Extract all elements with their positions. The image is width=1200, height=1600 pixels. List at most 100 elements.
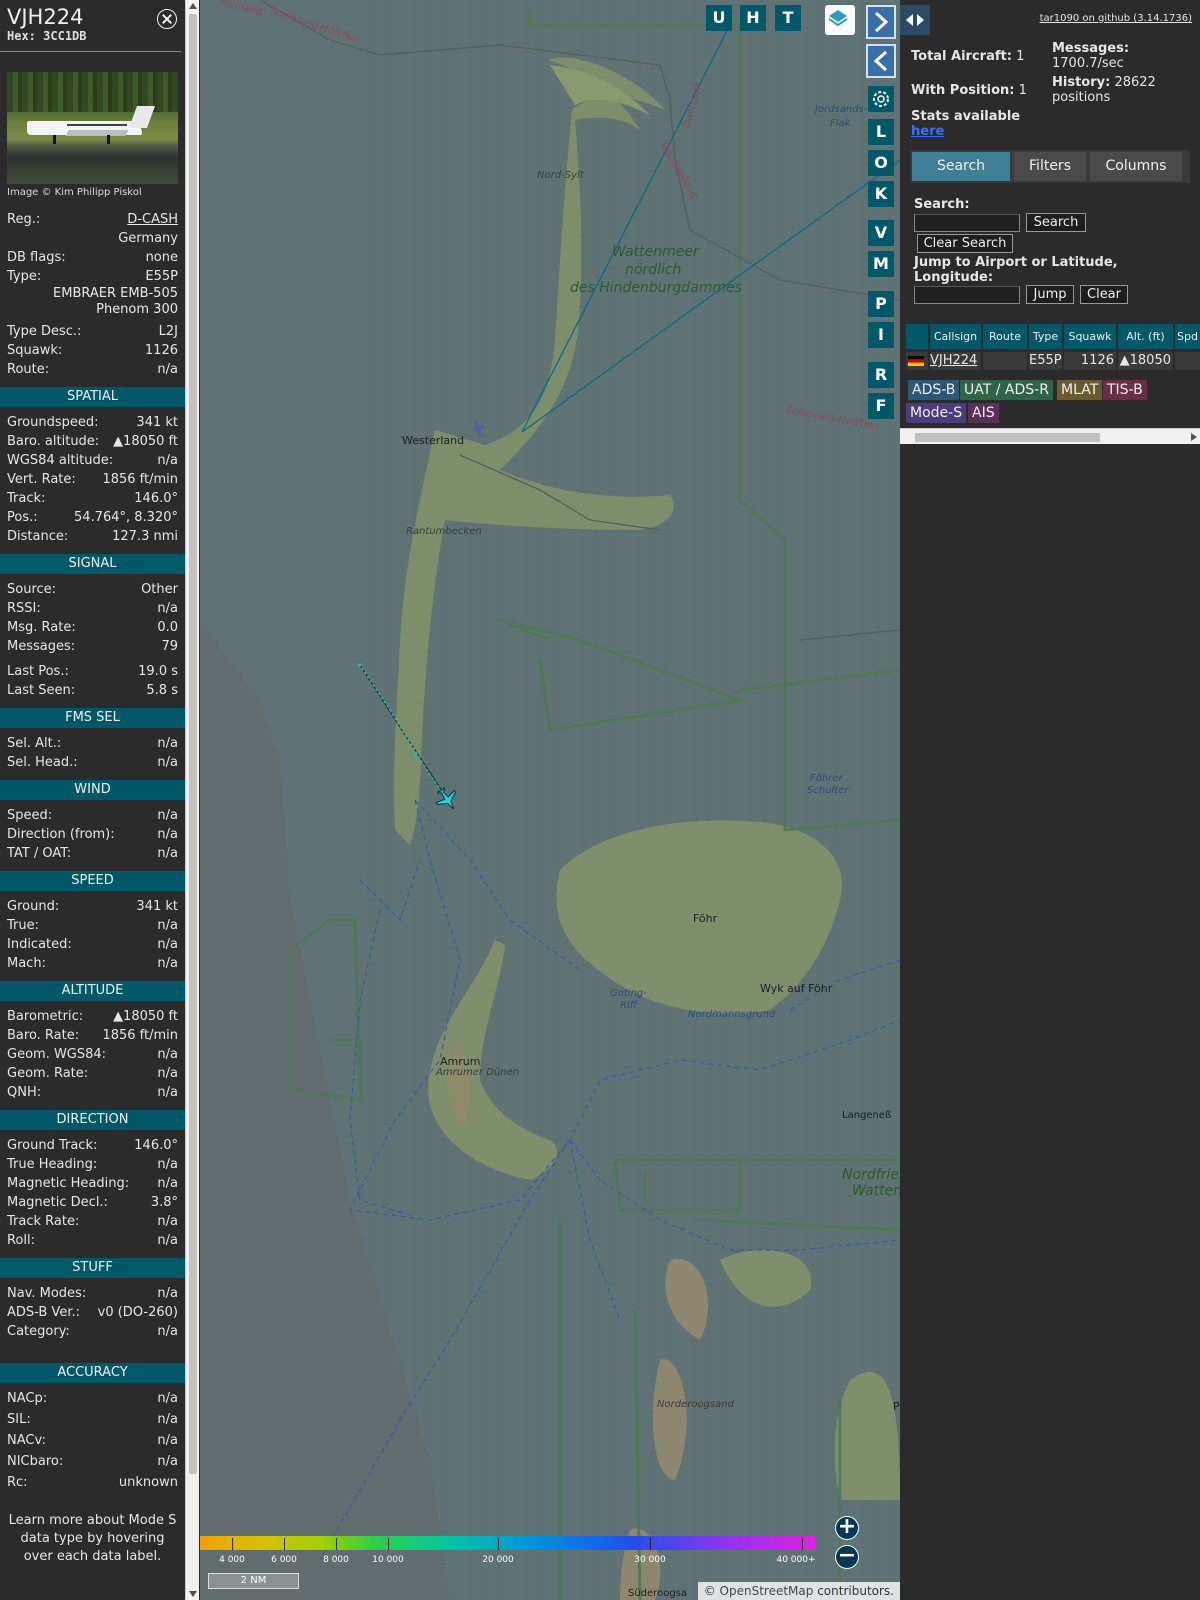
source-badge[interactable]: Mode-S [906,403,967,423]
info-key[interactable]: Baro. Rate: [7,1026,79,1045]
map-button-h[interactable]: H [740,5,766,31]
row-callsign[interactable]: VJH224 [930,352,981,370]
map-button-t[interactable]: T [775,5,801,31]
scroll-down-icon[interactable] [189,1591,197,1597]
map-button-o[interactable]: O [868,150,894,176]
search-input[interactable] [914,214,1020,232]
info-key[interactable]: Messages: [7,637,75,656]
map-button-i[interactable]: I [868,322,894,348]
col-speed[interactable]: Spd [1175,324,1200,349]
info-key[interactable]: Barometric: [7,1007,83,1026]
info-key[interactable]: Pos.: [7,508,38,527]
stats-link[interactable]: here [911,124,944,139]
info-key[interactable]: True: [7,916,39,935]
col-squawk[interactable]: Squawk [1064,324,1116,349]
info-key[interactable]: NACp: [7,1389,47,1410]
map-view[interactable]: Westerland Rantumbecken Nord-Sylt Watten… [200,0,900,1600]
info-key[interactable]: NACv: [7,1431,46,1452]
info-key[interactable]: Type: [7,267,41,286]
info-key[interactable]: WGS84 altitude: [7,451,113,470]
col-route[interactable]: Route [983,324,1027,349]
info-key[interactable]: Ground Track: [7,1136,97,1155]
clear-search-button[interactable]: Clear Search [917,234,1013,253]
info-key[interactable]: Nav. Modes: [7,1284,86,1303]
info-key[interactable]: Magnetic Heading: [7,1174,129,1193]
info-key[interactable]: Direction (from): [7,825,115,844]
layers-icon[interactable] [825,5,855,35]
info-key[interactable]: RSSI: [7,599,41,618]
info-key[interactable]: Magnetic Decl.: [7,1193,108,1212]
source-badge[interactable]: ADS-B [908,380,960,400]
aircraft-photo[interactable] [7,72,178,184]
info-key[interactable]: TAT / OAT: [7,844,71,863]
info-key[interactable]: Geom. Rate: [7,1064,88,1083]
table-hscrollbar[interactable] [900,428,1200,444]
map-button-m[interactable]: M [868,251,894,277]
info-key[interactable]: Last Pos.: [7,662,69,681]
gear-icon[interactable] [868,86,894,112]
info-key[interactable]: Speed: [7,806,52,825]
source-badge[interactable]: AIS [968,403,999,423]
info-key[interactable]: Source: [7,580,56,599]
col-altitude[interactable]: Alt. (ft) [1118,324,1173,349]
scroll-right-icon[interactable] [1190,432,1198,442]
info-key[interactable]: Rc: [7,1473,28,1494]
info-key[interactable]: Last Seen: [7,681,75,700]
map-button-l[interactable]: L [868,119,894,145]
info-key[interactable]: Category: [7,1322,70,1341]
tab-search[interactable]: Search [912,152,1010,181]
info-key[interactable]: Squawk: [7,341,62,360]
info-key[interactable]: Sel. Alt.: [7,734,61,753]
github-link[interactable]: tar1090 on github (3.14.1736) [1040,13,1192,24]
zoom-in-button[interactable]: + [835,1516,859,1540]
map-button-p[interactable]: P [868,291,894,317]
source-badge[interactable]: TIS-B [1103,380,1147,400]
info-key[interactable]: SIL: [7,1410,31,1431]
hscroll-thumb[interactable] [915,433,1100,442]
info-key[interactable]: Roll: [7,1231,35,1250]
col-callsign[interactable]: Callsign [930,324,981,349]
aircraft-marker-icon[interactable] [432,784,462,814]
info-key[interactable]: ADS-B Ver.: [7,1303,80,1322]
map-button-v[interactable]: V [868,220,894,246]
info-key[interactable]: Sel. Head.: [7,753,78,772]
info-key[interactable]: True Heading: [7,1155,97,1174]
map-button-r[interactable]: R [868,362,894,388]
map-button-f[interactable]: F [868,393,894,419]
info-key[interactable]: Geom. WGS84: [7,1045,106,1064]
close-icon[interactable] [157,9,177,29]
info-key[interactable]: Ground: [7,897,59,916]
chevron-left-icon[interactable] [866,44,896,78]
info-key[interactable]: Baro. altitude: [7,432,99,451]
search-button[interactable]: Search [1026,213,1086,232]
scroll-up-icon[interactable] [189,3,197,9]
source-badge[interactable]: UAT / ADS-R [960,380,1053,400]
info-key[interactable]: Distance: [7,527,68,546]
info-key[interactable]: Groundspeed: [7,413,98,432]
info-key[interactable]: NICbaro: [7,1452,63,1473]
info-key[interactable]: Track: [7,489,45,508]
col-type[interactable]: Type [1029,324,1062,349]
info-key[interactable]: DB flags: [7,248,66,267]
source-badge[interactable]: MLAT [1057,380,1103,400]
info-key[interactable]: Track Rate: [7,1212,79,1231]
info-key[interactable]: Route: [7,360,49,379]
tab-filters[interactable]: Filters [1014,152,1086,181]
tab-columns[interactable]: Columns [1090,152,1182,181]
col-flag[interactable] [906,324,928,349]
expand-collapse-icon[interactable] [900,5,930,35]
clear-button[interactable]: Clear [1080,285,1128,304]
info-key[interactable]: Reg.: [7,210,40,229]
info-key[interactable]: Msg. Rate: [7,618,76,637]
info-key[interactable]: Vert. Rate: [7,470,76,489]
map-button-u[interactable]: U [706,5,732,31]
jump-button[interactable]: Jump [1026,285,1074,304]
attribution-link[interactable]: OpenStreetMap [720,1584,814,1598]
map-button-k[interactable]: K [868,181,894,207]
info-value[interactable]: D-CASH [127,210,178,229]
scrollbar-thumb[interactable] [189,14,197,1474]
info-key[interactable]: Mach: [7,954,46,973]
info-key[interactable]: QNH: [7,1083,41,1102]
chevron-right-icon[interactable] [866,5,896,39]
info-key[interactable]: Type Desc.: [7,322,81,341]
